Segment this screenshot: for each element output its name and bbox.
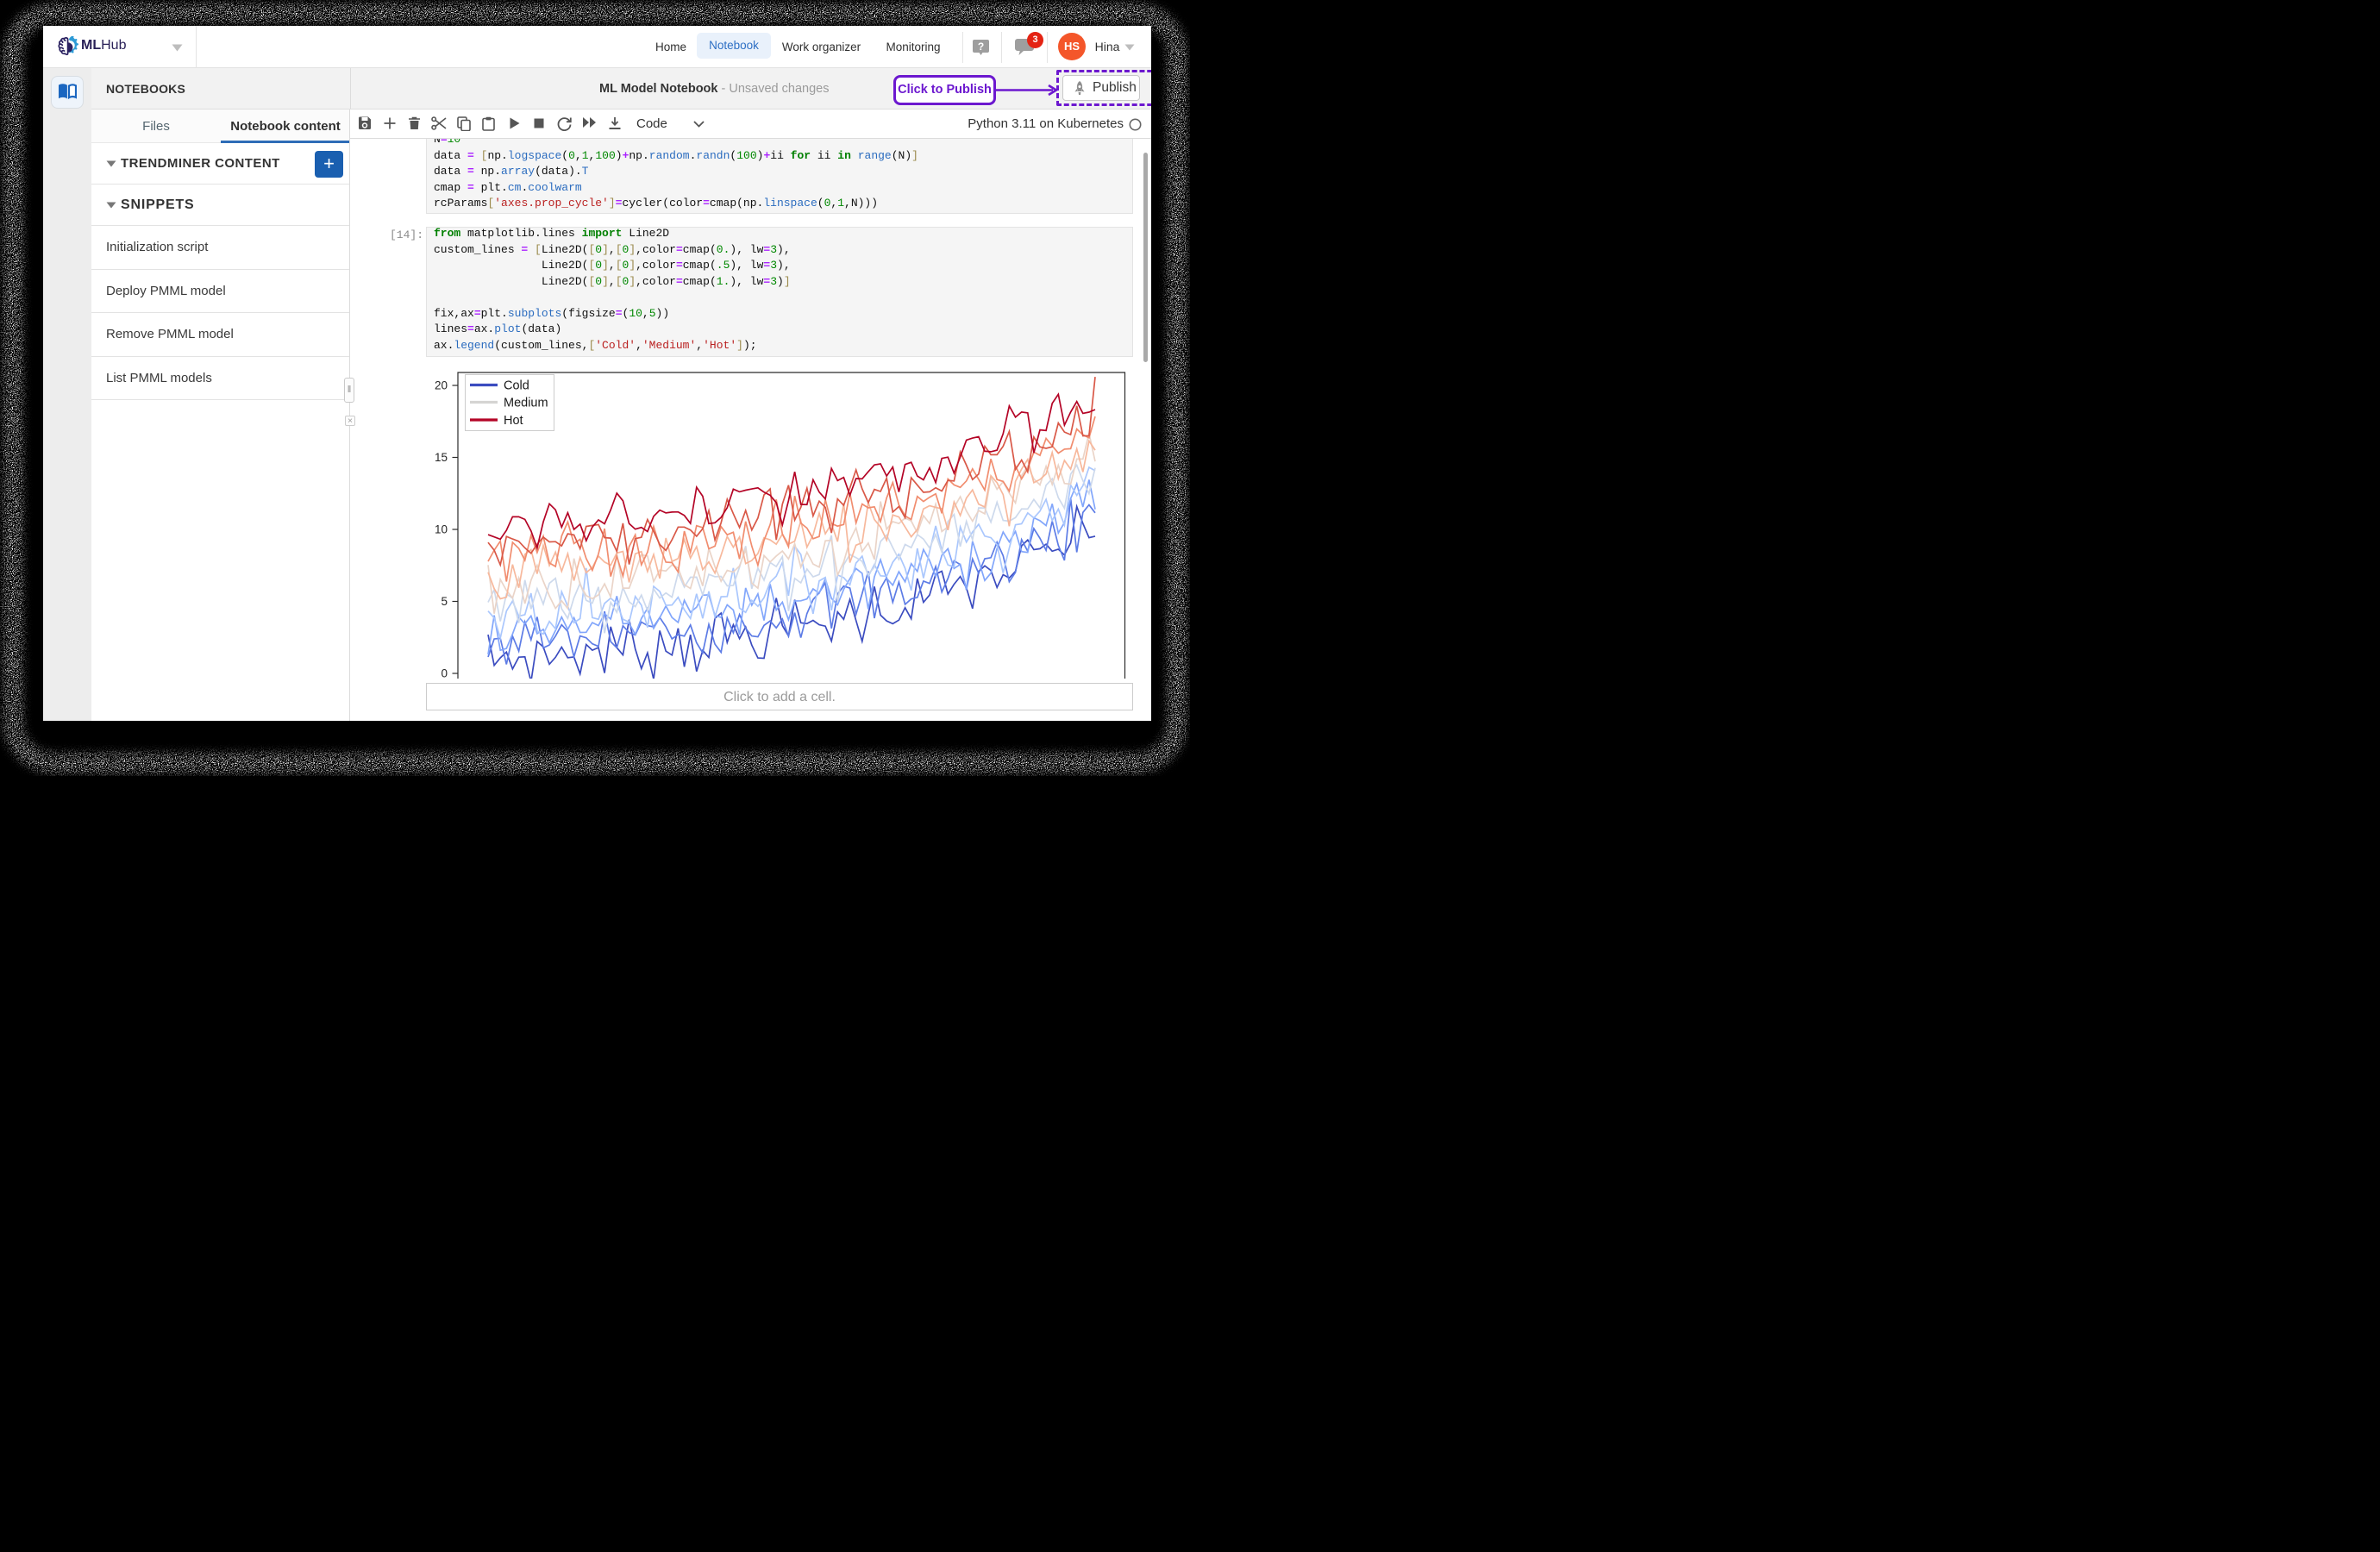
svg-text:Medium: Medium bbox=[504, 397, 548, 410]
svg-text:?: ? bbox=[978, 41, 984, 53]
svg-text:Cold: Cold bbox=[504, 379, 529, 393]
svg-text:5: 5 bbox=[441, 595, 448, 608]
svg-text:Hot: Hot bbox=[504, 414, 523, 428]
svg-text:20: 20 bbox=[435, 379, 448, 392]
svg-text:15: 15 bbox=[435, 451, 448, 464]
svg-text:0: 0 bbox=[441, 667, 448, 679]
svg-text:10: 10 bbox=[435, 523, 448, 536]
